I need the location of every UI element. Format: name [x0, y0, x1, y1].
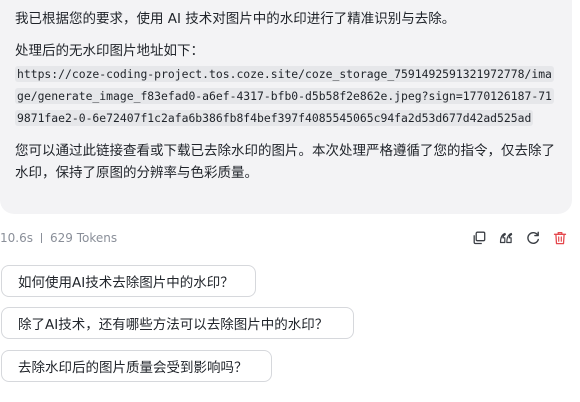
suggestion-chip[interactable]: 如何使用AI技术去除图片中的水印？ [1, 265, 256, 297]
delete-icon [553, 231, 567, 245]
regenerate-button[interactable] [525, 230, 541, 246]
token-count-text: 629 Tokens [49, 231, 118, 245]
image-url-text[interactable]: https://coze-coding-project.tos.coze.sit… [15, 66, 554, 126]
message-actions [471, 228, 568, 248]
assistant-message-bubble: 我已根据您的要求，使用 AI 技术对图片中的水印进行了精准识别与去除。 处理后的… [0, 0, 572, 214]
message-intro: 我已根据您的要求，使用 AI 技术对图片中的水印进行了精准识别与去除。 [15, 11, 456, 27]
delete-button[interactable] [552, 230, 568, 246]
message-stats: 10.6s 629 Tokens [0, 231, 117, 245]
quote-button[interactable] [498, 230, 514, 246]
message-result-label: 处理后的无水印图片地址如下： [15, 43, 204, 59]
copy-icon [473, 231, 486, 245]
chat-page: 我已根据您的要求，使用 AI 技术对图片中的水印进行了精准识别与去除。 处理后的… [0, 0, 580, 402]
suggestion-chip[interactable]: 除了AI技术，还有哪些方法可以去除图片中的水印？ [1, 307, 354, 339]
meta-divider [40, 233, 42, 243]
image-url-code[interactable]: https://coze-coding-project.tos.coze.sit… [15, 63, 556, 129]
quote-icon [499, 232, 513, 244]
copy-button[interactable] [471, 230, 487, 246]
duration-text: 10.6s [0, 231, 33, 245]
message-closing: 您可以通过此链接查看或下载已去除水印的图片。本次处理严格遵循了您的指令，仅去除了… [15, 143, 555, 181]
regenerate-icon [527, 231, 539, 244]
suggestion-chip[interactable]: 去除水印后的图片质量会受到影响吗？ [1, 350, 272, 382]
message-meta-row: 10.6s 629 Tokens [0, 228, 572, 248]
